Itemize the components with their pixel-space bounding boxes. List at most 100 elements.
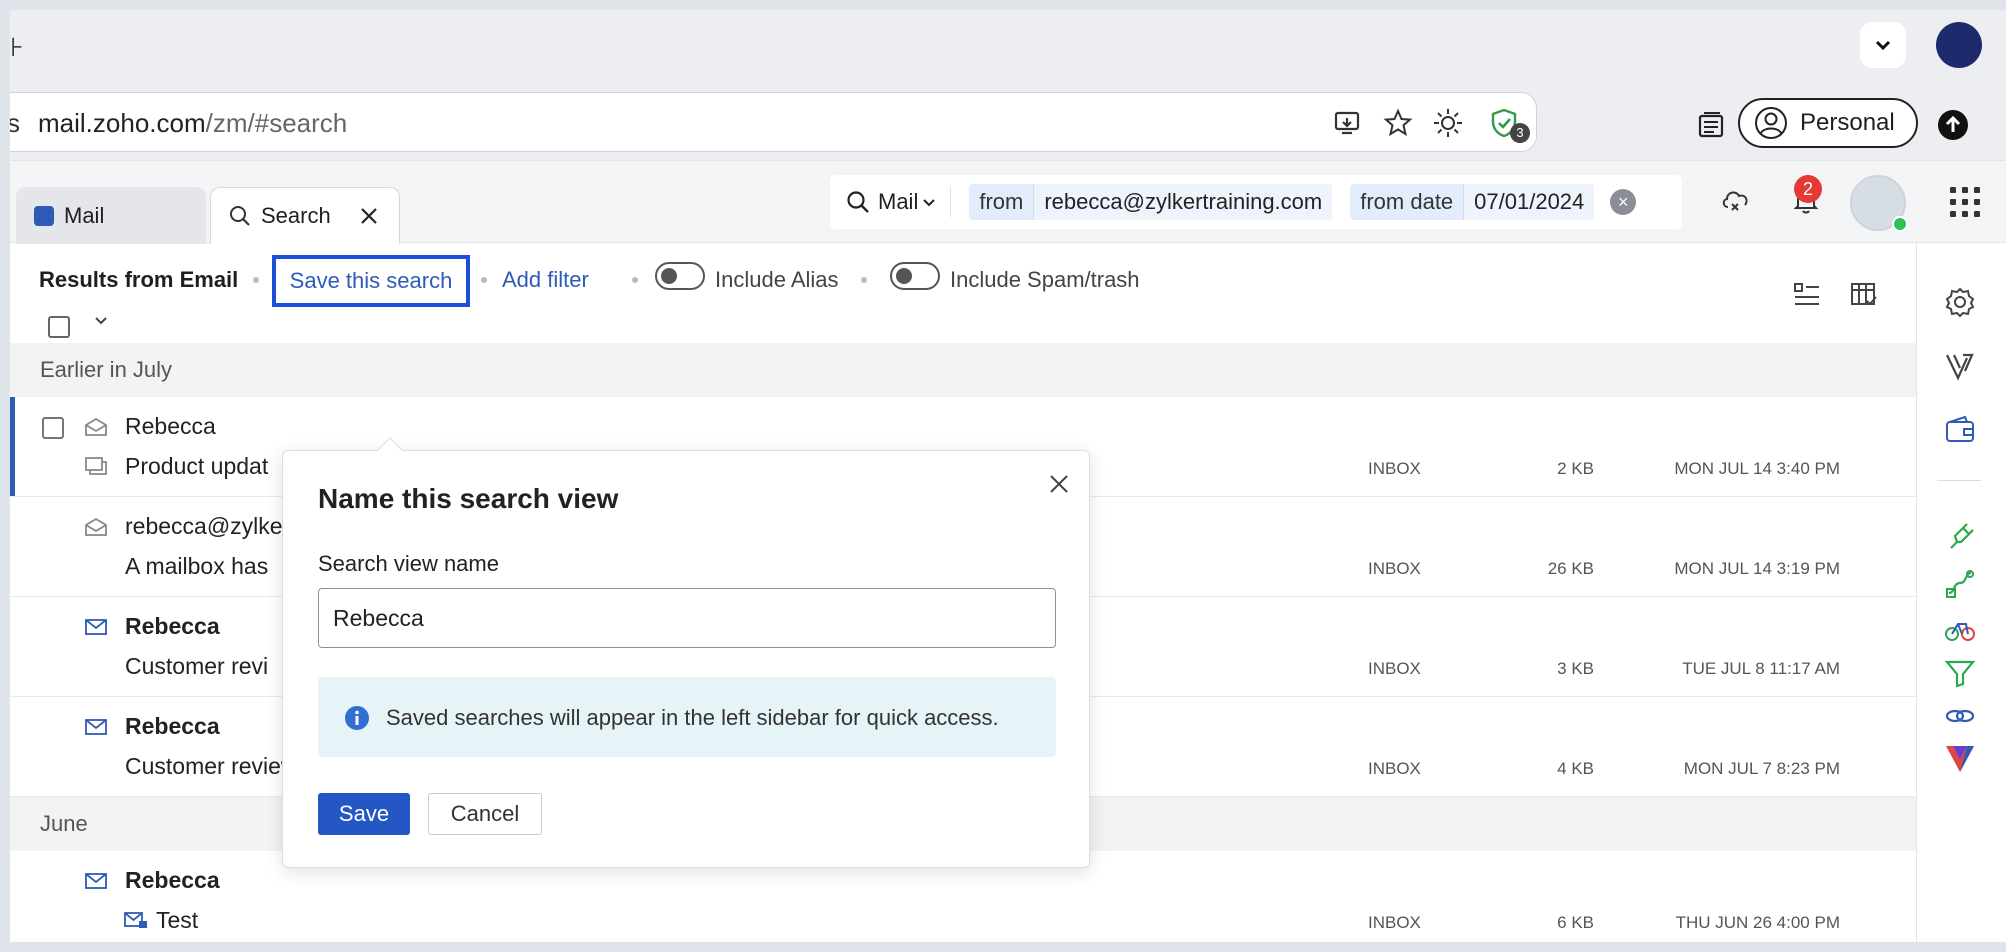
funnel-icon[interactable] [1943,656,1977,690]
chip-value: 07/01/2024 [1463,184,1595,220]
row-date: THU JUN 26 4:00 PM [1675,913,1840,932]
cast-icon[interactable] [1332,107,1364,139]
clear-search-button[interactable]: × [1610,189,1637,215]
save-button[interactable]: Save [318,793,410,835]
row-sender: Rebecca [125,713,220,739]
tab-search[interactable]: Search [210,187,400,244]
include-alias-label: Include Alias [715,267,839,292]
row-date: MON JUL 14 3:19 PM [1674,559,1840,578]
url-text[interactable]: mail.zoho.com/zm/#search [38,108,347,139]
row-size: 26 KB [1547,559,1594,578]
brightness-icon[interactable] [1432,107,1464,139]
profile-label: Personal [1800,109,1895,136]
apps-grid-icon[interactable] [1950,187,1980,217]
v-brand-icon[interactable] [1943,741,1977,775]
mail-app: Mail Search Mail from rebecca@zylkertrai… [10,160,2006,942]
upload-button[interactable] [1938,110,1968,140]
search-scope-dropdown[interactable]: Mail [878,187,952,217]
select-all-checkbox[interactable] [48,316,70,338]
row-subject: Customer revi [125,653,269,679]
close-icon[interactable] [1046,471,1072,497]
row-checkbox[interactable] [42,417,64,439]
search-icon [230,206,250,226]
address-bar[interactable]: s mail.zoho.com/zm/#search 3 [10,92,1537,152]
info-text: Saved searches will appear in the left s… [386,705,999,730]
tab-list-button[interactable] [1860,22,1906,68]
row-subject: Test [156,907,199,933]
row-sender: Rebecca [125,867,220,893]
browser-profile-avatar[interactable] [1936,22,1982,68]
envelope-open-icon [85,417,107,436]
list-view-icon[interactable] [1793,281,1821,309]
row-sender: Rebecca [125,613,220,639]
extension-badge: 3 [1510,123,1530,143]
search-chip-from[interactable]: from rebecca@zylkertraining.com [969,184,1333,220]
reading-list-icon[interactable] [1696,110,1726,140]
row-folder: INBOX [1368,559,1421,578]
envelope-icon [85,719,107,735]
close-icon[interactable] [359,206,379,226]
link-icon[interactable] [1943,699,1977,733]
chevron-down-icon [1875,40,1891,51]
notification-badge: 2 [1794,175,1822,203]
address-prefix: s [10,108,20,138]
star-icon[interactable] [1382,107,1414,139]
wallet-icon[interactable] [1943,413,1977,447]
search-chip-from-date[interactable]: from date 07/01/2024 [1350,184,1595,220]
row-date: MON JUL 14 3:40 PM [1674,459,1840,478]
route-icon[interactable] [1943,567,1977,601]
v-logo-icon[interactable] [1943,349,1977,383]
row-size: 4 KB [1557,759,1594,778]
chip-value: rebecca@zylkertraining.com [1033,184,1333,220]
include-spam-toggle[interactable] [890,262,940,290]
address-row: s mail.zoho.com/zm/#search 3 Personal [10,78,2006,160]
chevron-down-icon [923,199,936,207]
separator-dot [253,277,259,283]
search-icon [847,191,869,213]
row-sender: Rebecca [125,413,216,439]
separator-dot [861,277,867,283]
plug-icon[interactable] [1943,520,1977,554]
row-folder: INBOX [1368,759,1421,778]
url-path: /zm/#search [205,108,348,138]
browser-window: ⊦ s mail.zoho.com/zm/#search 3 Personal [10,10,2006,942]
row-subject: Customer review [125,753,298,779]
cancel-button[interactable]: Cancel [428,793,542,835]
save-this-search-link[interactable]: Save this search [272,255,470,307]
column-view-icon[interactable] [1850,281,1878,309]
row-size: 3 KB [1557,659,1594,678]
tab-mail-label: Mail [64,202,105,228]
mail-app-icon [34,205,54,226]
group-header-earlier-july: Earlier in July [10,343,1916,397]
gear-icon[interactable] [1943,285,1977,319]
chip-key: from date [1360,189,1454,214]
cloud-sync-icon[interactable] [1718,181,1754,217]
separator-dot [632,277,638,283]
bike-icon[interactable] [1943,612,1977,646]
envelope-icon [85,619,107,635]
results-label: Results from Email [39,267,239,292]
online-status-dot [1892,216,1908,232]
browser-tab-strip: ⊦ [10,10,2006,78]
rail-divider [1937,480,1981,481]
include-alias-toggle[interactable] [655,262,705,290]
row-folder: INBOX [1368,659,1421,678]
browser-tab-fragment[interactable]: ⊦ [10,32,24,63]
row-subject: A mailbox has [125,553,269,579]
upload-icon [1945,115,1961,132]
add-filter-link[interactable]: Add filter [502,267,589,293]
right-rail [1916,243,2006,942]
envelope-open-icon [85,517,107,536]
profile-button[interactable]: Personal [1738,98,1918,148]
search-scope-label: Mail [878,189,919,214]
search-box[interactable]: Mail from rebecca@zylkertraining.com fro… [830,175,1682,229]
row-size: 6 KB [1557,913,1594,932]
select-options-dropdown[interactable] [94,313,108,330]
row-subject: Product updat [125,453,269,479]
name-search-view-dialog: Name this search view Search view name S… [282,437,1090,868]
search-filter-row: Results from Email Save this search Add … [10,243,1916,343]
tab-mail[interactable]: Mail [16,187,206,244]
app-tabs-bar: Mail Search Mail from rebecca@zylkertrai… [10,161,2006,244]
search-view-name-input[interactable] [318,588,1056,648]
dialog-title: Name this search view [318,483,619,514]
